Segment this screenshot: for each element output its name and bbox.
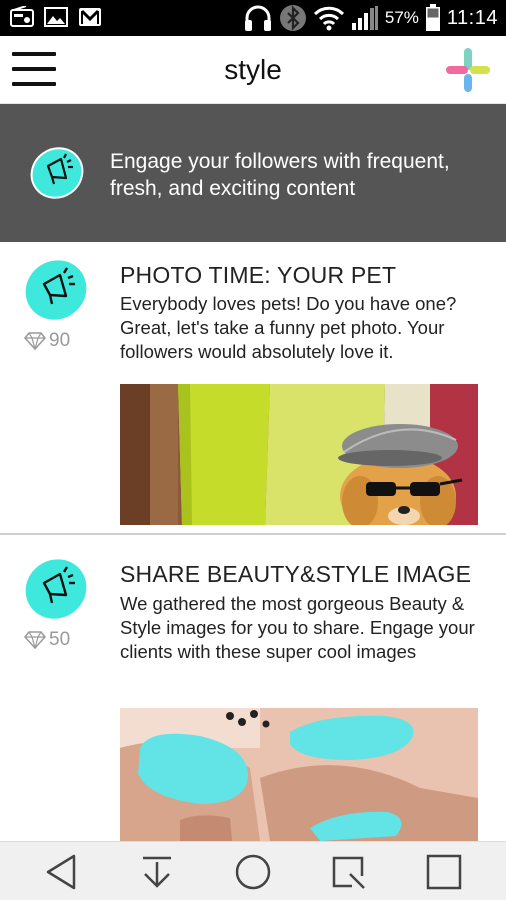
card-description: Everybody loves pets! Do you have one? G… [120, 293, 457, 362]
battery-icon [425, 4, 440, 31]
image-icon [44, 7, 68, 27]
card-title: SHARE BEAUTY&STYLE IMAGE [120, 561, 472, 587]
points-badge: 90 [24, 330, 70, 352]
status-bar: 57% 11:14 [0, 0, 506, 36]
diamond-icon [24, 332, 46, 350]
back-icon[interactable] [42, 852, 82, 892]
capture-icon[interactable] [328, 852, 368, 892]
recents-icon[interactable] [424, 852, 464, 892]
download-icon[interactable] [137, 852, 177, 892]
task-card[interactable]: 50 SHARE BEAUTY&STYLE IMAGE We gathered … [0, 535, 506, 841]
info-banner: Engage your followers with frequent, fre… [0, 104, 506, 242]
app-logo-icon[interactable] [444, 46, 492, 94]
status-right: 57% 11:14 [243, 0, 498, 36]
status-left [10, 6, 102, 28]
nails-photo[interactable] [120, 708, 478, 841]
battery-percent: 57% [384, 8, 419, 27]
page-title: style [224, 54, 282, 85]
megaphone-icon [25, 260, 87, 320]
clock: 11:14 [446, 6, 498, 29]
radio-icon [10, 6, 34, 27]
points-value: 90 [49, 330, 71, 351]
navigation-bar [0, 841, 506, 900]
pet-photo-image [120, 384, 478, 525]
wifi-icon [313, 6, 344, 31]
headphones-icon [244, 5, 271, 31]
app-bar: style [0, 36, 506, 104]
megaphone-icon [25, 559, 87, 619]
task-card[interactable]: 90 PHOTO TIME: YOUR PET Everybody loves … [0, 242, 506, 534]
bluetooth-icon [279, 5, 306, 31]
home-icon[interactable] [233, 852, 273, 892]
gmail-icon [79, 8, 101, 26]
megaphone-icon [30, 147, 84, 199]
points-value: 50 [49, 629, 71, 650]
banner-text: Engage your followers with frequent, fre… [110, 150, 450, 200]
diamond-icon [24, 631, 46, 649]
card-title: PHOTO TIME: YOUR PET [120, 262, 397, 288]
signal-icon [351, 6, 378, 30]
nails-photo-image [120, 708, 478, 841]
pet-photo[interactable] [120, 384, 478, 525]
points-badge: 50 [24, 629, 70, 651]
card-description: We gathered the most gorgeous Beauty & S… [120, 593, 475, 662]
